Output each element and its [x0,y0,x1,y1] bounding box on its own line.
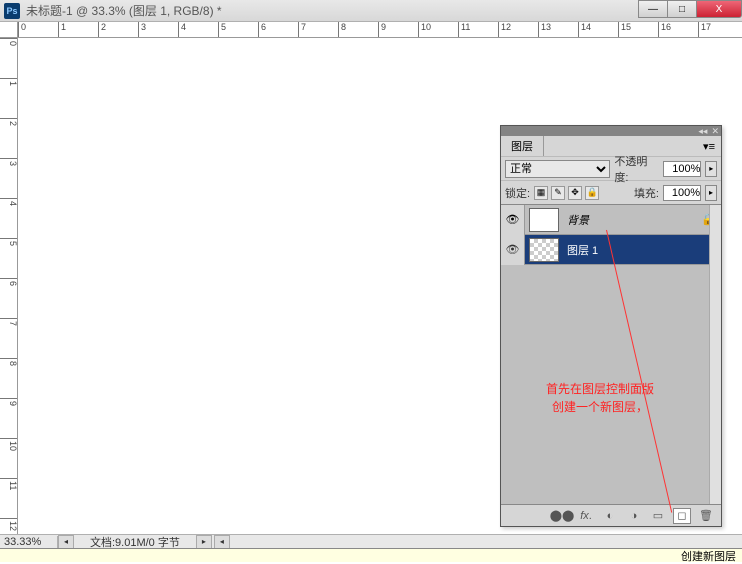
annotation-text: 首先在图层控制面版 创建一个新图层， [546,380,654,416]
close-button[interactable]: X [696,0,742,18]
layer-name[interactable]: 背景 [563,212,701,228]
fill-input[interactable] [663,185,701,201]
blend-mode-select[interactable]: 正常 [505,160,610,178]
lock-transparency-icon[interactable]: ▦ [534,186,548,200]
layer-row[interactable]: 👁背景🔒 [501,205,721,235]
visibility-icon[interactable]: 👁 [501,205,525,235]
panel-menu-icon[interactable]: ▾≡ [703,140,721,153]
panel-close-icon[interactable]: ✕ [711,126,719,137]
lock-label: 锁定: [505,185,530,201]
adjustment-icon[interactable]: ◑ [625,508,643,524]
opacity-label: 不透明度: [614,153,659,185]
ruler-horizontal[interactable]: 01234567891011121314151617 [18,22,742,38]
fill-stepper[interactable]: ▸ [705,185,717,201]
window-titlebar: Ps 未标题-1 @ 33.3% (图层 1, RGB/8) * — □ X [0,0,742,22]
document-title: 未标题-1 @ 33.3% (图层 1, RGB/8) * [26,2,639,19]
zoom-level[interactable]: 33.33% [0,536,58,548]
panel-tabs: 图层 ▾≡ [501,136,721,156]
tab-layers[interactable]: 图层 [501,136,544,156]
tooltip-text: 创建新图层 [681,548,736,564]
lock-all-icon[interactable]: 🔒 [585,186,599,200]
opacity-stepper[interactable]: ▸ [705,161,717,177]
layer-name[interactable]: 图层 1 [563,242,721,258]
new-layer-icon[interactable]: ◻ [673,508,691,524]
maximize-button[interactable]: □ [667,0,697,18]
app-icon: Ps [4,3,20,19]
tooltip-bar: 创建新图层 [0,548,742,562]
ruler-origin[interactable] [0,22,18,38]
layer-thumbnail[interactable] [529,238,559,262]
fx-icon[interactable]: fx. [577,508,595,524]
status-bar: 33.33% ◂ 文档:9.01M/0 字节 ▸ ◂ [0,534,742,548]
blend-row: 正常 不透明度: ▸ [501,156,721,180]
panel-footer: ⬤⬤ fx. ◐ ◑ ▭ ◻ 🗑 [501,504,721,526]
minimize-button[interactable]: — [638,0,668,18]
mask-icon[interactable]: ◐ [601,508,619,524]
layer-scrollbar[interactable] [709,205,721,504]
layer-thumbnail[interactable] [529,208,559,232]
scroll-left-button[interactable]: ◂ [58,535,74,549]
folder-icon[interactable]: ▭ [649,508,667,524]
panel-grip[interactable]: ◂◂ ✕ [501,126,721,136]
fill-label: 填充: [634,185,659,201]
ruler-vertical[interactable]: 0123456789101112 [0,38,18,534]
panel-collapse-icon[interactable]: ◂◂ [698,126,707,137]
visibility-icon[interactable]: 👁 [501,235,525,265]
trash-icon[interactable]: 🗑 [697,508,715,524]
scroll-track-left[interactable]: ◂ [214,535,230,549]
doc-info-arrow[interactable]: ▸ [196,535,212,549]
lock-pixels-icon[interactable]: ✎ [551,186,565,200]
link-layers-icon[interactable]: ⬤⬤ [553,508,571,524]
opacity-input[interactable] [663,161,701,177]
layers-panel: ◂◂ ✕ 图层 ▾≡ 正常 不透明度: ▸ 锁定: ▦ ✎ ✥ 🔒 填充: ▸ … [500,125,722,527]
lock-row: 锁定: ▦ ✎ ✥ 🔒 填充: ▸ [501,180,721,204]
lock-position-icon[interactable]: ✥ [568,186,582,200]
